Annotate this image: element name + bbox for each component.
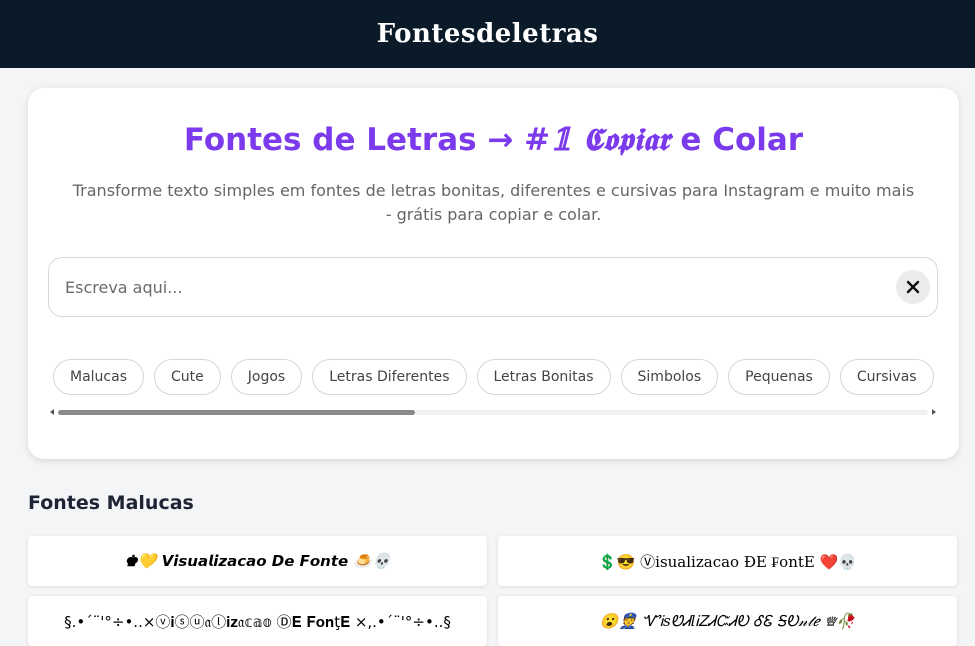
- site-logo[interactable]: Fontesdeletras: [377, 19, 599, 49]
- scroll-right-arrow-icon[interactable]: [932, 409, 936, 415]
- scroll-left-arrow-icon[interactable]: [50, 409, 54, 415]
- page-subtitle: Transforme texto simples em fontes de le…: [72, 181, 915, 224]
- category-chips: Malucas Cute Jogos Letras Diferentes Let…: [53, 359, 934, 395]
- chip-pequenas[interactable]: Pequenas: [728, 359, 830, 395]
- font-preview-card[interactable]: ♚💛 𝙑𝙞𝙨𝙪𝙖𝙡𝙞𝙯𝙖𝙘𝙖𝙤 𝘿𝙚 𝙁𝙤𝙣𝙩𝙚 🍮💀: [28, 536, 487, 586]
- chip-letras-diferentes[interactable]: Letras Diferentes: [312, 359, 467, 395]
- hero-panel: Fontes de Letras → #𝟙 𝕮𝖔𝖕𝖎𝖆𝖗 e Colar Tra…: [28, 88, 959, 459]
- close-icon: [906, 280, 920, 294]
- clear-button[interactable]: [896, 270, 930, 304]
- top-header: Fontesdeletras: [0, 0, 975, 68]
- chip-letras-bonitas[interactable]: Letras Bonitas: [476, 359, 611, 395]
- text-input-box: [48, 257, 938, 317]
- text-input[interactable]: [65, 258, 875, 316]
- scrollbar-thumb[interactable]: [58, 410, 415, 415]
- scrollbar-track[interactable]: [58, 410, 928, 415]
- title-text: Fontes de Letras →: [183, 122, 525, 158]
- font-preview-card[interactable]: 💲😎 Ⓥisualizacao ĐE ₣ontE ❤️💀: [498, 536, 957, 586]
- chip-simbolos[interactable]: Simbolos: [620, 359, 719, 395]
- title-end-text: e Colar: [669, 122, 804, 158]
- chip-cute[interactable]: Cute: [154, 359, 221, 395]
- section-title: Fontes Malucas: [28, 492, 194, 514]
- chips-scrollbar[interactable]: [48, 406, 938, 420]
- chip-jogos[interactable]: Jogos: [230, 359, 303, 395]
- title-fancy-text: #𝟙 𝕮𝖔𝖕𝖎𝖆𝖗: [524, 122, 670, 158]
- page-title: Fontes de Letras → #𝟙 𝕮𝖔𝖕𝖎𝖆𝖗 e Colar: [28, 122, 959, 159]
- chip-cursivas[interactable]: Cursivas: [839, 359, 934, 395]
- chip-malucas[interactable]: Malucas: [53, 359, 144, 395]
